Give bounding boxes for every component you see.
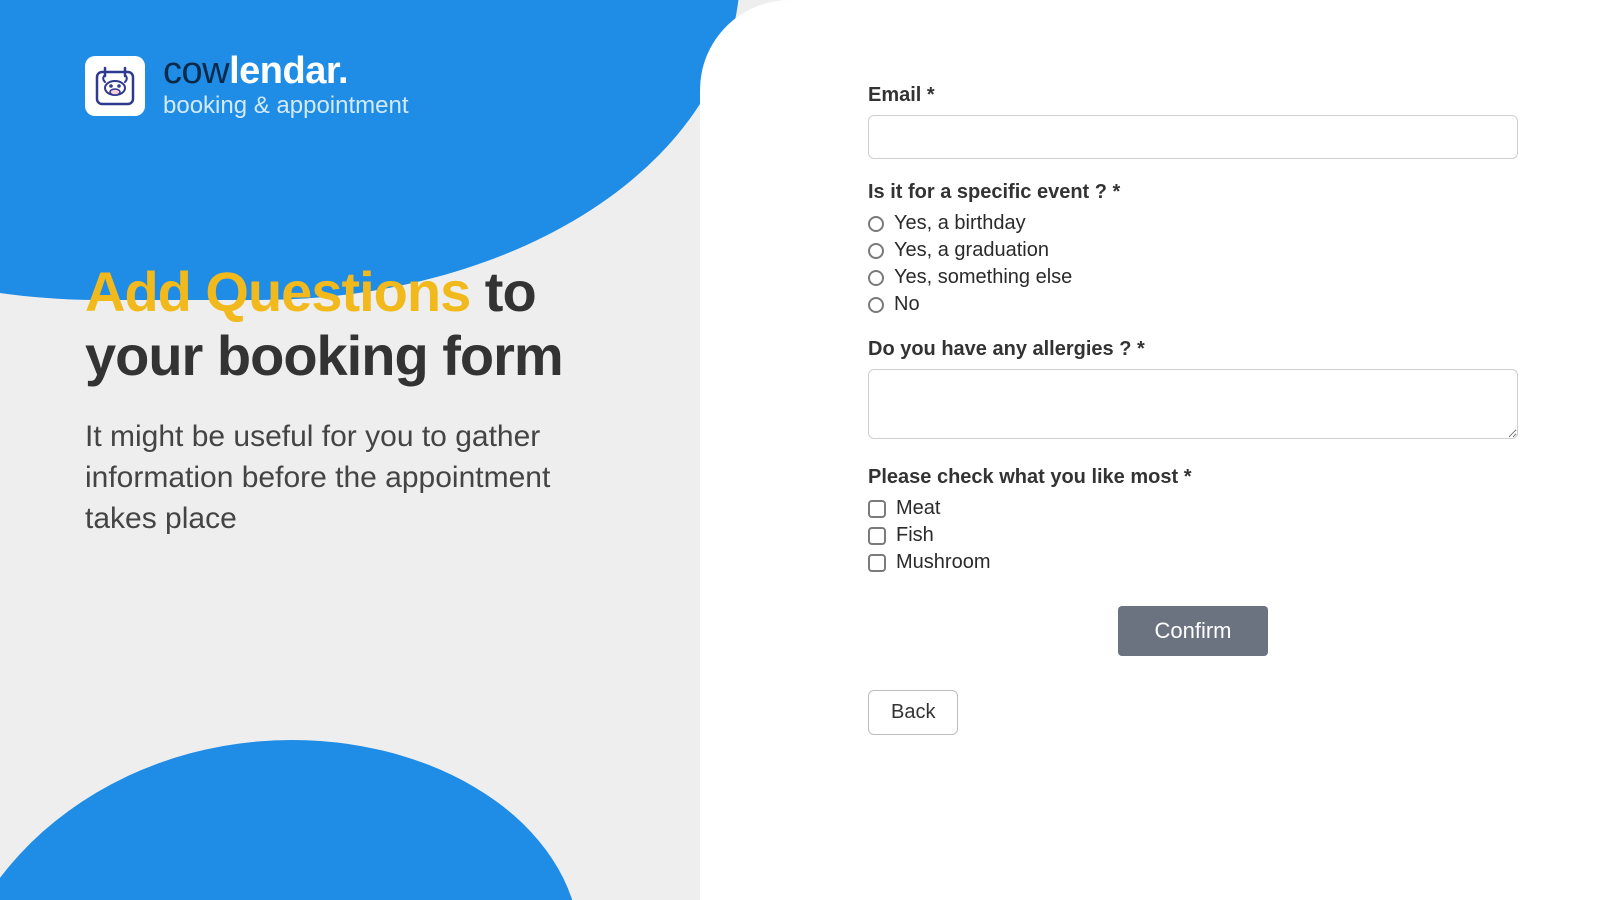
event-question-label: Is it for a specific event ? *	[868, 181, 1518, 204]
option-label: Fish	[896, 524, 934, 547]
event-option-no[interactable]: No	[868, 293, 1518, 316]
email-field[interactable]	[868, 115, 1518, 159]
event-option-graduation[interactable]: Yes, a graduation	[868, 239, 1518, 262]
logo: cowlendar. booking & appointment	[85, 52, 409, 120]
back-button[interactable]: Back	[868, 690, 958, 735]
checkbox-icon	[868, 527, 886, 545]
headline-rest-b: your booking form	[85, 324, 563, 387]
like-option-meat[interactable]: Meat	[868, 497, 1518, 520]
option-label: No	[894, 293, 920, 316]
event-option-birthday[interactable]: Yes, a birthday	[868, 212, 1518, 235]
option-label: Yes, something else	[894, 266, 1072, 289]
like-option-fish[interactable]: Fish	[868, 524, 1518, 547]
event-option-something-else[interactable]: Yes, something else	[868, 266, 1518, 289]
option-label: Yes, a birthday	[894, 212, 1026, 235]
cowlendar-logo-icon	[85, 56, 145, 116]
radio-icon	[868, 297, 884, 313]
headline-accent: Add Questions	[85, 260, 470, 323]
option-label: Yes, a graduation	[894, 239, 1049, 262]
logo-title-prefix: cow	[163, 50, 229, 92]
checkbox-icon	[868, 500, 886, 518]
page-title: Add Questions to your booking form	[85, 260, 625, 388]
allergies-field[interactable]	[868, 369, 1518, 439]
logo-title-suffix: lendar.	[229, 50, 348, 92]
radio-icon	[868, 270, 884, 286]
option-label: Meat	[896, 497, 940, 520]
confirm-button[interactable]: Confirm	[1118, 606, 1267, 656]
checkbox-icon	[868, 554, 886, 572]
email-label: Email *	[868, 84, 1518, 107]
radio-icon	[868, 243, 884, 259]
logo-title: cowlendar.	[163, 52, 409, 90]
decorative-blob-top	[0, 0, 740, 300]
decorative-blob-bottom	[0, 740, 580, 900]
option-label: Mushroom	[896, 551, 990, 574]
radio-icon	[868, 216, 884, 232]
page-subhead: It might be useful for you to gather inf…	[85, 416, 625, 540]
like-question-label: Please check what you like most *	[868, 466, 1518, 489]
form-panel: Email * Is it for a specific event ? * Y…	[700, 0, 1600, 900]
logo-subtitle: booking & appointment	[163, 92, 409, 120]
like-option-mushroom[interactable]: Mushroom	[868, 551, 1518, 574]
headline-rest-a: to	[470, 260, 535, 323]
allergies-question-label: Do you have any allergies ? *	[868, 338, 1518, 361]
